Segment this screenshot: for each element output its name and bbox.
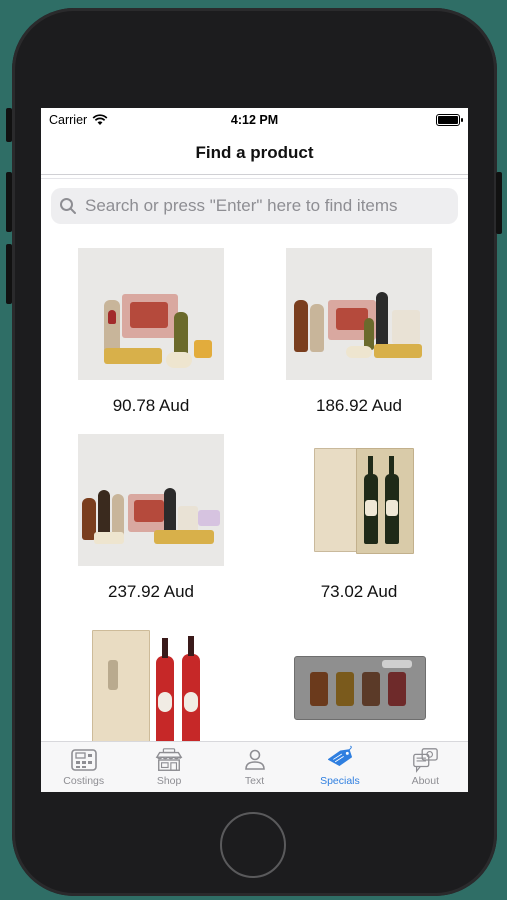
product-image[interactable] bbox=[78, 620, 224, 752]
person-icon bbox=[241, 747, 269, 773]
tab-label: Costings bbox=[63, 775, 105, 787]
tab-costings[interactable]: Costings bbox=[41, 742, 126, 792]
product-card[interactable]: 186.92 Aud bbox=[286, 248, 432, 416]
divider bbox=[41, 178, 468, 179]
battery-icon bbox=[436, 114, 463, 126]
mute-switch bbox=[6, 108, 12, 142]
info-chat-icon bbox=[411, 747, 439, 773]
product-image[interactable] bbox=[78, 434, 224, 566]
page-title: Find a product bbox=[195, 143, 314, 162]
volume-down-button bbox=[6, 244, 12, 304]
store-icon bbox=[155, 747, 183, 773]
tab-label: About bbox=[411, 775, 440, 787]
product-image[interactable] bbox=[286, 248, 432, 380]
status-time: 4:12 PM bbox=[230, 113, 279, 127]
product-price: 90.78 Aud bbox=[112, 396, 190, 415]
tab-about[interactable]: About bbox=[383, 742, 468, 792]
calculator-icon bbox=[70, 747, 98, 773]
tab-label: Specials bbox=[320, 775, 360, 787]
tab-text[interactable]: Text bbox=[212, 742, 297, 792]
product-image[interactable] bbox=[286, 434, 432, 566]
product-card[interactable]: 73.02 Aud bbox=[286, 434, 432, 602]
product-card[interactable]: 237.92 Aud bbox=[78, 434, 224, 602]
tag-icon bbox=[326, 745, 354, 773]
tab-label: Shop bbox=[156, 775, 182, 787]
product-price: 237.92 Aud bbox=[107, 582, 195, 601]
tab-label: Text bbox=[244, 775, 265, 787]
product-price: 73.02 Aud bbox=[320, 582, 398, 601]
app-screen: Carrier 4:12 PM Find a product Search or… bbox=[41, 108, 468, 792]
tab-specials[interactable]: Specials bbox=[297, 742, 382, 792]
product-image[interactable] bbox=[78, 248, 224, 380]
search-input[interactable] bbox=[83, 195, 458, 217]
tab-bar: Costings Shop Text Specials About bbox=[41, 741, 468, 792]
search-icon bbox=[60, 198, 76, 214]
product-card[interactable]: 90.78 Aud bbox=[78, 248, 224, 416]
product-price: 186.92 Aud bbox=[315, 396, 403, 415]
status-bar: Carrier 4:12 PM bbox=[41, 108, 468, 132]
product-image[interactable] bbox=[286, 620, 432, 752]
tab-shop[interactable]: Shop bbox=[126, 742, 211, 792]
search-bar[interactable] bbox=[51, 188, 458, 224]
home-button[interactable] bbox=[220, 812, 286, 878]
navigation-bar: Find a product bbox=[41, 132, 468, 175]
volume-up-button bbox=[6, 172, 12, 232]
power-button bbox=[496, 172, 502, 234]
